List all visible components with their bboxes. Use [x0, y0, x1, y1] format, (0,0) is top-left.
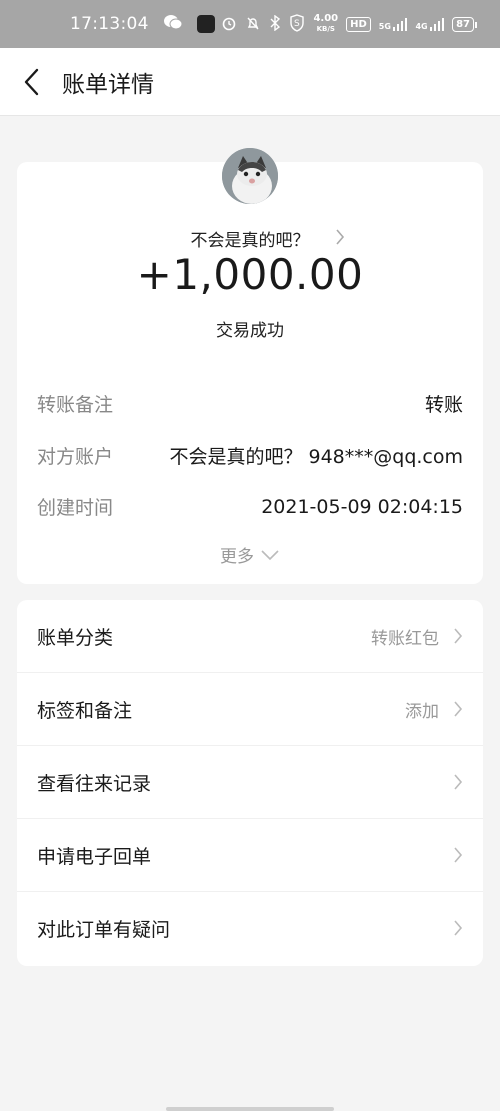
- shield-s-icon: S: [289, 13, 305, 35]
- detail-value: 不会是真的吧？ 948***@qq.com: [169, 446, 463, 468]
- actions-card: 账单分类 转账红包 标签和备注 添加 查看往来记录 申请电子回单 对此订单有疑问: [17, 600, 483, 966]
- wechat-icon: [163, 14, 183, 34]
- counterparty-link[interactable]: 不会是真的吧？: [17, 226, 483, 251]
- page-title: 账单详情: [62, 71, 154, 98]
- more-label: 更多: [220, 547, 254, 567]
- menu-value: 添加: [405, 701, 439, 722]
- chevron-right-icon: [454, 847, 463, 863]
- menu-item-view-history[interactable]: 查看往来记录: [17, 746, 483, 819]
- transaction-status: 交易成功: [216, 321, 284, 341]
- menu-value: 转账红包: [371, 628, 439, 649]
- chevron-left-icon: [24, 68, 39, 95]
- hd-badge: HD: [346, 16, 371, 32]
- chevron-right-icon: [454, 920, 463, 936]
- menu-item-tags-notes[interactable]: 标签和备注 添加: [17, 673, 483, 746]
- home-indicator: [166, 1107, 334, 1111]
- menu-label: 申请电子回单: [37, 845, 152, 868]
- svg-text:S: S: [294, 19, 300, 29]
- menu-item-e-receipt[interactable]: 申请电子回单: [17, 819, 483, 892]
- detail-label: 创建时间: [37, 497, 114, 519]
- net-speed: 4.00 KB/S: [313, 13, 339, 34]
- status-time: 17:13:04: [70, 14, 149, 34]
- detail-value: 转账: [424, 394, 463, 416]
- transaction-amount: +1,000.00: [136, 250, 364, 299]
- counterparty-name: 不会是真的吧？: [190, 231, 310, 251]
- detail-label: 对方账户: [37, 446, 114, 468]
- chevron-right-icon: [454, 628, 463, 644]
- menu-label: 账单分类: [37, 626, 114, 649]
- menu-label: 查看往来记录: [37, 772, 152, 795]
- chevron-right-icon: [454, 701, 463, 717]
- menu-label: 对此订单有疑问: [37, 918, 171, 941]
- menu-item-bill-category[interactable]: 账单分类 转账红包: [17, 600, 483, 673]
- more-button[interactable]: 更多: [17, 542, 483, 567]
- bluetooth-icon: [269, 14, 281, 34]
- detail-row-remark: 转账备注 转账: [37, 390, 463, 417]
- signal-bars-icon: [392, 17, 408, 31]
- back-button[interactable]: [0, 48, 62, 116]
- chevron-right-icon: [336, 229, 345, 245]
- detail-value: 2021-05-09 02:04:15: [261, 495, 463, 518]
- signal-4g: 4G: [415, 17, 445, 31]
- app-notification-icon: [196, 15, 215, 33]
- status-bar: 17:13:04 S 4.00 KB/S HD 5G 4G 87: [0, 0, 500, 48]
- signal-5g: 5G: [379, 17, 408, 31]
- detail-row-created-time: 创建时间 2021-05-09 02:04:15: [37, 493, 463, 520]
- transaction-summary-card: 不会是真的吧？ +1,000.00 交易成功 转账备注 转账 对方账户 不会是真…: [17, 148, 483, 584]
- nav-header: 账单详情: [0, 48, 500, 116]
- mute-bell-icon: [245, 15, 261, 34]
- detail-row-account: 对方账户 不会是真的吧？ 948***@qq.com: [37, 442, 463, 469]
- chevron-right-icon: [454, 774, 463, 790]
- detail-label: 转账备注: [37, 394, 114, 416]
- signal-bars-icon: [429, 17, 445, 31]
- alarm-icon: [221, 15, 237, 34]
- menu-label: 标签和备注: [37, 699, 133, 722]
- chevron-down-icon: [261, 549, 279, 560]
- battery-icon: 87: [452, 16, 477, 32]
- menu-item-order-question[interactable]: 对此订单有疑问: [17, 892, 483, 964]
- avatar[interactable]: [222, 148, 278, 204]
